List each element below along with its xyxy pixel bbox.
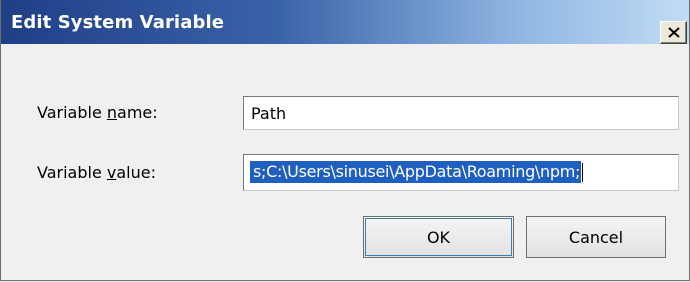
variable-name-label-text-end: ame:: [117, 103, 158, 122]
variable-value-label-text-end: alue:: [116, 163, 156, 182]
variable-name-value: Path: [251, 104, 287, 123]
variable-value-input[interactable]: s;C:\Users\sinusei\AppData\Roaming\npm;: [243, 154, 679, 191]
variable-value-selected-text: s;C:\Users\sinusei\AppData\Roaming\npm;: [250, 161, 582, 183]
edit-system-variable-dialog: Edit System Variable Variable name: Path…: [0, 0, 690, 281]
variable-name-input[interactable]: Path: [243, 96, 679, 130]
close-icon: [667, 27, 680, 38]
variable-name-label-text: Variable: [37, 103, 107, 122]
variable-value-label: Variable value:: [37, 163, 156, 182]
close-button[interactable]: [660, 21, 687, 44]
text-caret: [582, 163, 584, 182]
title-bar[interactable]: Edit System Variable: [1, 0, 689, 44]
variable-name-label: Variable name:: [37, 103, 158, 122]
variable-value-label-mnemonic: v: [106, 163, 117, 182]
dialog-title: Edit System Variable: [11, 12, 225, 33]
ok-button[interactable]: OK: [363, 216, 514, 258]
variable-name-label-mnemonic: n: [106, 103, 118, 122]
variable-value-label-text: Variable: [37, 163, 107, 182]
cancel-button[interactable]: Cancel: [526, 216, 666, 258]
